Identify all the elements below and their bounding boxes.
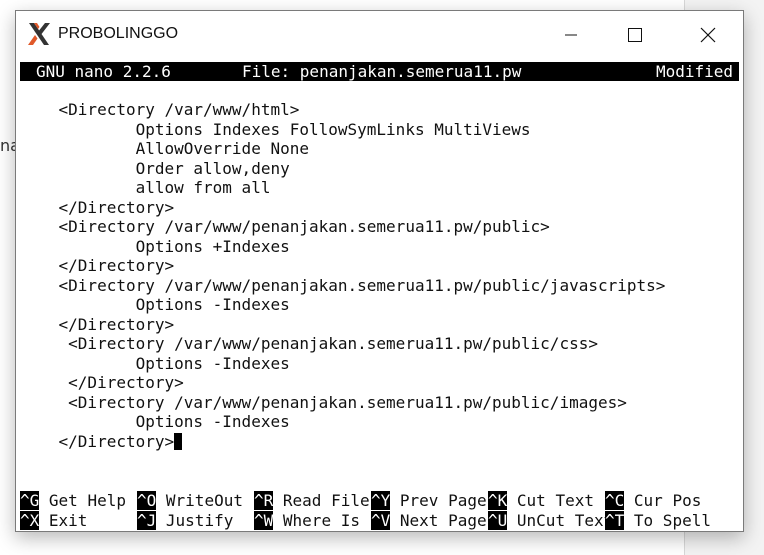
- shortcut-where-is[interactable]: ^W Where Is: [254, 510, 360, 531]
- maximize-icon: [628, 28, 642, 42]
- shortcut-writeout[interactable]: ^O WriteOut: [137, 491, 243, 511]
- shortcut-key: ^G: [20, 491, 40, 510]
- shortcut-key: ^K: [488, 491, 508, 510]
- code-line: AllowOverride None: [20, 139, 309, 158]
- shortcut-get-help[interactable]: ^G Get Help: [20, 491, 126, 511]
- code-line: Options -Indexes: [20, 353, 290, 373]
- code-line: <Directory /var/www/penanjakan.semerua11…: [20, 334, 598, 353]
- code-line: allow from all: [20, 178, 271, 197]
- code-line: </Directory>: [20, 197, 175, 217]
- code-line: Options +Indexes: [20, 236, 290, 256]
- nano-version: GNU nano 2.2.6: [36, 62, 171, 81]
- shortcut-key: ^C: [605, 491, 625, 510]
- close-icon: [700, 27, 716, 43]
- code-line: <Directory /var/www/penanjakan.semerua11…: [20, 217, 550, 236]
- shortcut-to-spell[interactable]: ^T To Spell: [605, 510, 711, 531]
- code-line: <Directory /var/www/penanjakan.semerua11…: [20, 392, 627, 412]
- title-bar[interactable]: PROBOLINGGO: [16, 11, 743, 59]
- shortcut-cur-pos[interactable]: ^C Cur Pos: [605, 491, 701, 511]
- shortcut-key: ^W: [254, 510, 274, 530]
- shortcut-label: Cur Pos: [633, 491, 702, 510]
- shortcut-next-page[interactable]: ^V Next Page: [371, 510, 487, 531]
- shortcut-key: ^Y: [371, 491, 391, 510]
- nano-modified-status: Modified: [655, 62, 733, 81]
- shortcut-row-1: ^G Get Help ^O WriteOut ^R Read File ^Y …: [20, 491, 739, 511]
- x-logo-icon: [26, 21, 52, 47]
- minimize-button[interactable]: [548, 11, 594, 59]
- shortcut-label: WriteOut: [165, 491, 243, 510]
- minimize-icon: [565, 34, 577, 36]
- shortcut-cut-text[interactable]: ^K Cut Text: [488, 491, 594, 511]
- shortcut-key: ^V: [371, 510, 391, 530]
- shortcut-label: Exit: [48, 510, 88, 530]
- shortcut-label: To Spell: [633, 510, 711, 530]
- shortcut-uncut-text[interactable]: ^U UnCut Text: [488, 510, 614, 531]
- code-line: Options -Indexes: [20, 295, 290, 314]
- maximize-button[interactable]: [612, 11, 658, 59]
- code-line-last: </Directory>: [20, 432, 665, 452]
- shortcut-label: Prev Page: [399, 491, 487, 510]
- code-line: </Directory>: [20, 373, 184, 392]
- code-line: Options Indexes FollowSymLinks MultiView…: [20, 119, 531, 139]
- code-line: <Directory /var/www/penanjakan.semerua11…: [20, 275, 666, 295]
- code-line: <Directory /var/www/html>: [20, 100, 300, 119]
- shortcut-justify[interactable]: ^J Justify: [137, 510, 234, 531]
- nano-filename: File: penanjakan.semerua11.pw: [242, 62, 522, 81]
- close-button[interactable]: [685, 11, 731, 59]
- shortcut-label: Justify: [165, 510, 234, 530]
- shortcut-label: Get Help: [48, 491, 126, 510]
- code-line: Order allow,deny: [20, 158, 290, 178]
- nano-header-bar: GNU nano 2.2.6 File: penanjakan.semerua1…: [20, 62, 739, 81]
- terminal-window: PROBOLINGGO GNU nano 2.2.6 File: penanja…: [15, 10, 744, 532]
- shortcut-label: Where Is: [282, 510, 360, 530]
- editor-content[interactable]: <Directory /var/www/html> Options Indexe…: [20, 100, 666, 452]
- code-line-text: </Directory>: [20, 431, 175, 451]
- shortcut-label: Read File: [282, 491, 370, 510]
- shortcut-key: ^O: [137, 491, 157, 510]
- shortcut-exit[interactable]: ^X Exit: [20, 510, 88, 531]
- window-title: PROBOLINGGO: [58, 25, 179, 42]
- shortcut-prev-page[interactable]: ^Y Prev Page: [371, 491, 487, 511]
- shortcut-key: ^T: [605, 510, 625, 530]
- code-line: Options -Indexes: [20, 412, 290, 431]
- code-line: </Directory>: [20, 256, 175, 275]
- shortcut-key: ^U: [488, 510, 508, 530]
- terminal-area[interactable]: GNU nano 2.2.6 File: penanjakan.semerua1…: [16, 59, 743, 531]
- shortcut-label: Next Page: [399, 510, 487, 530]
- shortcut-key: ^X: [20, 510, 40, 530]
- shortcut-label: UnCut Text: [516, 510, 614, 530]
- shortcut-key: ^J: [137, 510, 157, 530]
- shortcut-label: Cut Text: [516, 491, 594, 510]
- code-line: </Directory>: [20, 314, 175, 334]
- shortcut-key: ^R: [254, 491, 274, 510]
- shortcut-row-2: ^X Exit ^J Justify ^W Where Is ^V Next P…: [20, 510, 739, 531]
- text-cursor: [174, 432, 183, 450]
- shortcut-read-file[interactable]: ^R Read File: [254, 491, 370, 511]
